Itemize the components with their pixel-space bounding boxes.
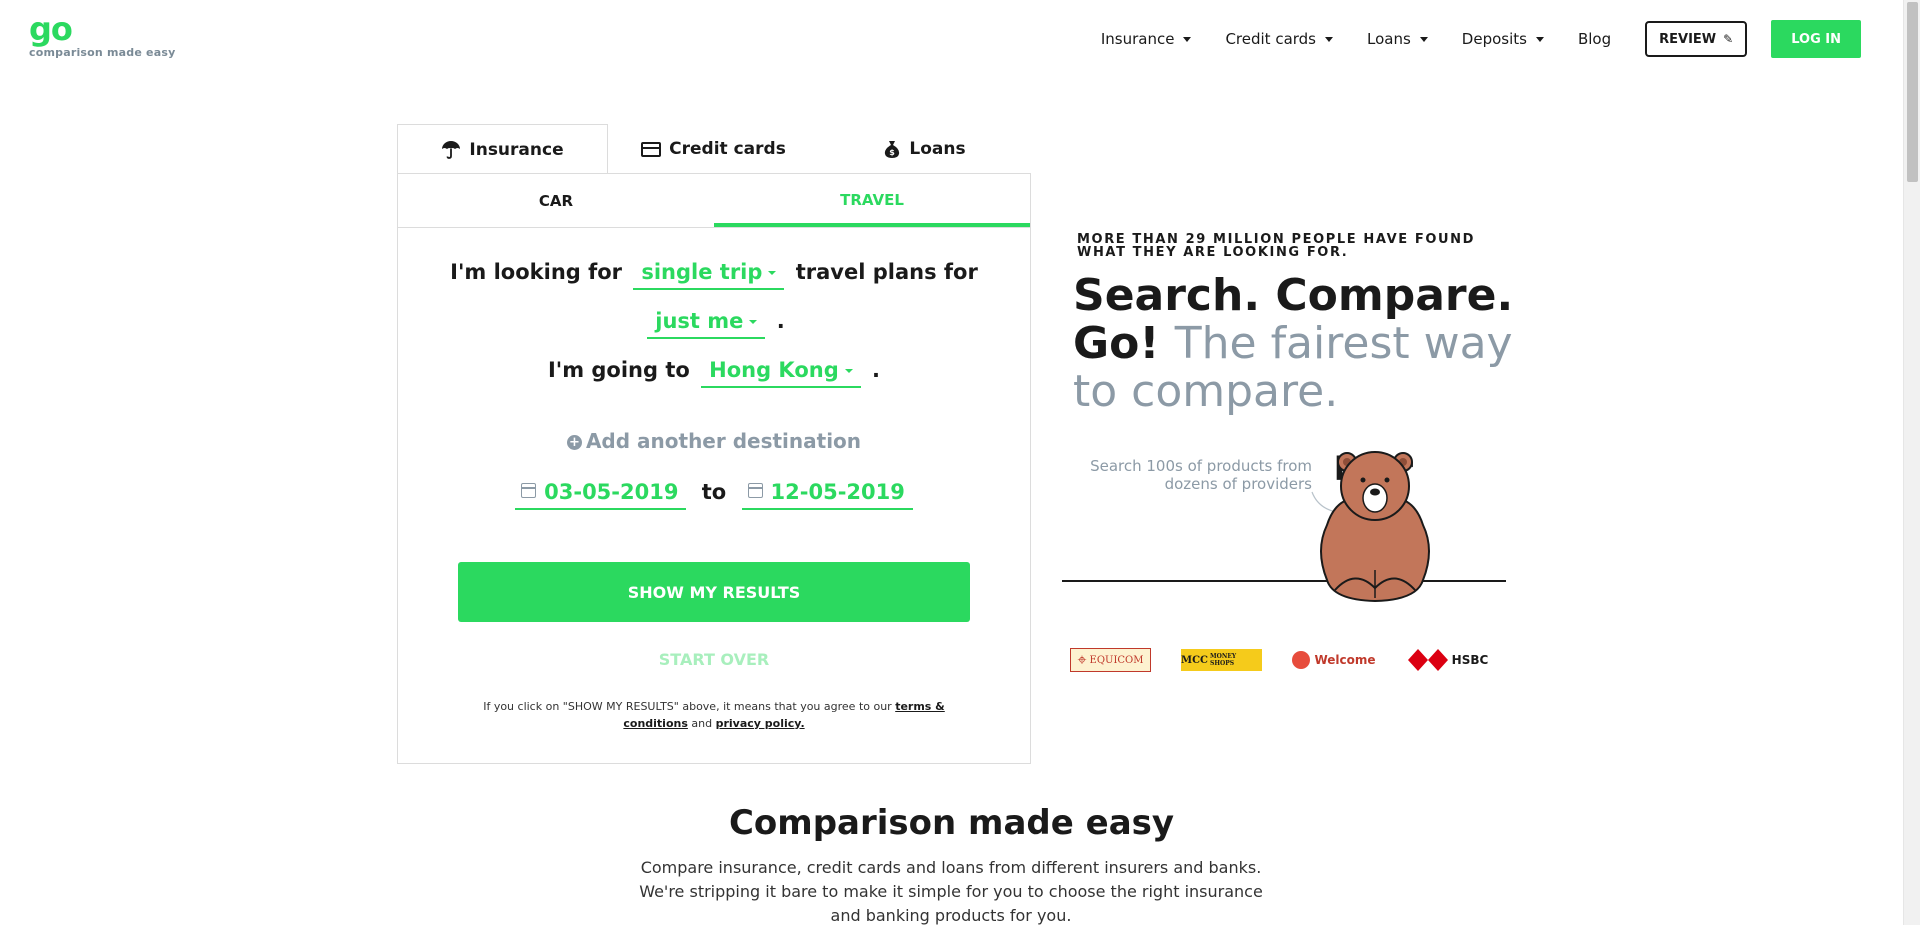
credit-card-icon [641, 141, 662, 157]
travellers-dropdown[interactable]: just me [647, 309, 766, 339]
plus-circle-icon: + [566, 435, 582, 450]
start-date-field[interactable]: 03-05-2019 [515, 480, 687, 510]
svg-text:$: $ [890, 148, 896, 157]
logo-tagline: comparison made easy [29, 46, 176, 59]
hsbc-logo: HSBC [1406, 648, 1490, 672]
equicom-logo: ⌖ EQUICOM [1070, 648, 1151, 672]
travel-dates: 03-05-2019 to 12-05-2019 [398, 480, 1030, 510]
logo-wordmark: gobear [29, 10, 1413, 486]
nav-blog[interactable]: Blog [1578, 30, 1611, 48]
insurance-type-tabs: CAR TRAVEL [398, 174, 1030, 228]
money-bag-icon: $ [885, 141, 900, 158]
trip-type-dropdown[interactable]: single trip [633, 260, 785, 290]
caret-down-icon [1325, 36, 1333, 42]
caret-down-icon [1535, 36, 1544, 42]
start-over-button[interactable]: START OVER [398, 650, 1030, 669]
review-button[interactable]: REVIEW ✎ [1645, 21, 1748, 57]
section-description: Compare insurance, credit cards and loan… [639, 858, 1263, 925]
end-date-field[interactable]: 12-05-2019 [741, 480, 913, 510]
bear-mascot-icon [1320, 451, 1430, 602]
tab-travel[interactable]: TRAVEL [714, 174, 1030, 227]
show-results-button[interactable]: SHOW MY RESULTS [458, 562, 970, 622]
tab-loans[interactable]: $ Loans [819, 124, 1030, 174]
scrollbar-thumb[interactable] [1907, 2, 1918, 182]
product-tabs: Insurance Credit cards $ Loans [397, 124, 1031, 175]
tab-credit-cards[interactable]: Credit cards [608, 124, 819, 174]
add-destination-link[interactable]: + Add another destination [398, 429, 1030, 453]
pencil-icon: ✎ [1723, 32, 1734, 46]
nav-insurance[interactable]: Insurance [1101, 30, 1192, 48]
main-nav: Insurance Credit cards Loans Deposits Bl… [1101, 20, 1861, 58]
nav-credit-cards[interactable]: Credit cards [1225, 30, 1333, 48]
hsbc-hexagon-icon [1407, 649, 1448, 671]
section-title: Comparison made easy [728, 803, 1175, 843]
legal-notice: If you click on "SHOW MY RESULTS" above,… [483, 700, 945, 730]
nav-loans[interactable]: Loans [1367, 30, 1428, 48]
hero-kicker: MORE THAN 29 MILLION PEOPLE HAVE FOUND W… [1077, 232, 1476, 260]
mcc-logo: MCC MONEY SHOPS [1181, 649, 1262, 671]
welcome-mark-icon [1292, 651, 1311, 669]
hero-note: Search 100s of products from dozens of p… [1090, 457, 1312, 493]
caret-down-icon [1183, 36, 1192, 42]
calendar-icon [747, 483, 763, 498]
umbrella-icon [442, 141, 461, 159]
partner-logos: ⌖ EQUICOM MCC MONEY SHOPS Welcome HSBC [1070, 648, 1520, 672]
gobear-logo[interactable]: gobear comparison made easy [29, 10, 1413, 486]
destination-dropdown[interactable]: Hong Kong [701, 358, 861, 388]
equicom-mark-icon: ⌖ [1077, 650, 1087, 669]
hero-title: Search. Compare. Go! The fairest way to … [1073, 270, 1514, 417]
destination-sentence: I'm going to Hong Kong . [398, 358, 1030, 388]
privacy-link[interactable]: privacy policy. [716, 717, 805, 730]
page-scrollbar[interactable] [1903, 0, 1920, 925]
search-card: CAR TRAVEL I'm looking for single trip t… [397, 173, 1031, 764]
login-button[interactable]: LOG IN [1771, 20, 1861, 58]
caret-down-icon [749, 320, 758, 324]
caret-down-icon [844, 369, 853, 373]
tab-insurance[interactable]: Insurance [397, 124, 608, 175]
caret-down-icon [768, 271, 777, 275]
site-header: gobear comparison made easy Insurance Cr… [0, 0, 1903, 486]
welcome-logo: Welcome [1292, 648, 1376, 672]
trip-sentence: I'm looking for single trip travel plans… [398, 260, 1030, 290]
calendar-icon [521, 483, 537, 498]
caret-down-icon [1419, 36, 1428, 42]
travellers-sentence: just me . [398, 309, 1030, 339]
tab-car[interactable]: CAR [398, 174, 714, 227]
nav-deposits[interactable]: Deposits [1462, 30, 1544, 48]
